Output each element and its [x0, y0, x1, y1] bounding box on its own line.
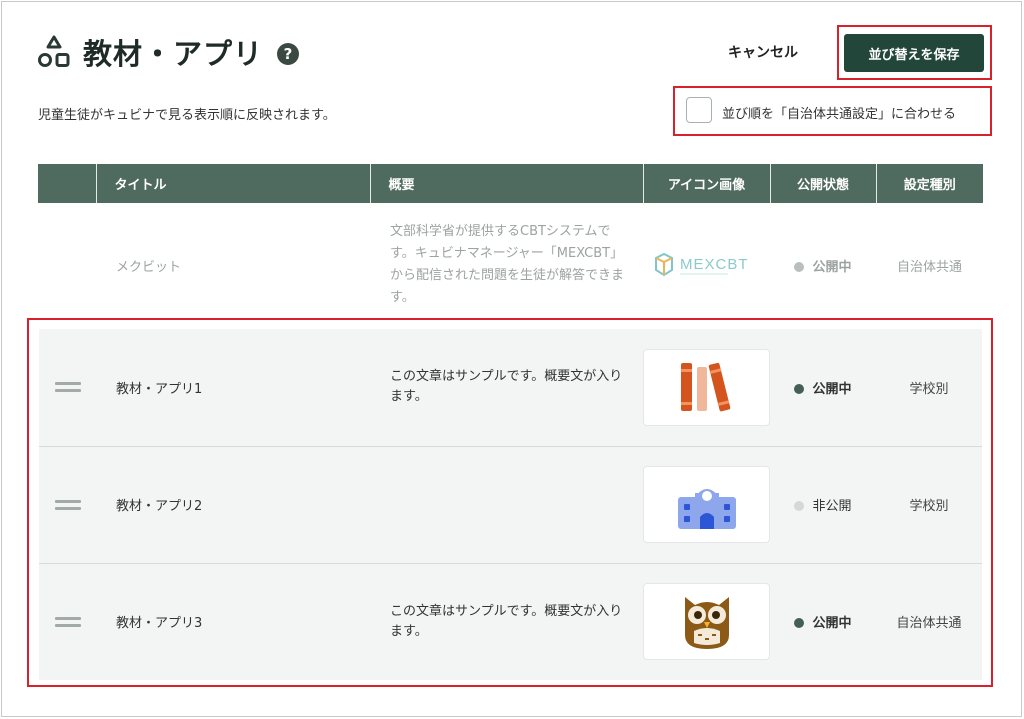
- status-label: 公開中: [812, 616, 852, 632]
- sortable-apps-table: 教材・アプリ1 この文章はサンプルです。概要文が入ります。 公開中 学校別 教材…: [39, 329, 982, 680]
- icon-image-frame: [643, 348, 770, 426]
- status-label: 非公開: [812, 499, 852, 514]
- drag-handle-cell[interactable]: [39, 329, 96, 446]
- apps-table: タイトル 概要 アイコン画像 公開状態 設定種別 メクビット 文部科学省が提供す…: [38, 164, 983, 327]
- column-header-handle: [38, 164, 97, 203]
- status-dot: [794, 383, 805, 394]
- mexcbt-logo-icon: MEXCBT: [654, 252, 749, 277]
- owl-icon: [684, 596, 729, 649]
- status-badge: 公開中: [770, 203, 876, 327]
- table-row[interactable]: 教材・アプリ1 この文章はサンプルです。概要文が入ります。 公開中 学校別: [39, 329, 982, 446]
- sync-order-checkbox[interactable]: [686, 97, 712, 123]
- table-row[interactable]: 教材・アプリ2 非公開 学校別: [39, 445, 982, 563]
- setting-type: 自治体共通: [896, 259, 962, 275]
- sync-order-label[interactable]: 並び順を「自治体共通設定」に合わせる: [722, 103, 956, 122]
- row-summary: 文部科学省が提供するCBTシステムです。キュビナマネージャー「MEXCBT」から…: [390, 224, 625, 305]
- status-dot: [794, 501, 805, 511]
- status-badge: 公開中: [770, 329, 876, 446]
- column-header-icon: アイコン画像: [643, 164, 771, 203]
- status-label: 公開中: [812, 259, 852, 275]
- setting-type: 学校別: [876, 329, 982, 446]
- row-handle-empty: [38, 203, 96, 327]
- row-icon-cell: [643, 329, 770, 446]
- status-dot: [794, 261, 805, 272]
- status-badge: 非公開: [770, 445, 876, 563]
- table-row-locked: メクビット 文部科学省が提供するCBTシステムです。キュビナマネージャー「MEX…: [38, 203, 983, 327]
- icon-image-frame: MEXCBT: [643, 227, 770, 304]
- row-icon-cell: [643, 445, 770, 563]
- row-title: 教材・アプリ1: [96, 329, 370, 446]
- drag-handle-cell[interactable]: [39, 445, 96, 563]
- setting-type: 自治体共通: [876, 562, 982, 680]
- status-label: 公開中: [812, 381, 852, 397]
- drag-handle-icon[interactable]: [54, 499, 81, 510]
- school-building-icon: [677, 488, 736, 529]
- drag-handle-cell[interactable]: [39, 562, 96, 680]
- row-summary: この文章はサンプルです。概要文が入ります。: [370, 562, 643, 680]
- table-row[interactable]: 教材・アプリ3 この文章はサンプルです。概要文が入ります。 公開中 自治体共通: [39, 562, 982, 680]
- row-title: 教材・アプリ3: [96, 562, 370, 680]
- icon-image-frame: [643, 466, 770, 543]
- row-title: メクビット: [116, 259, 182, 275]
- column-header-status: 公開状態: [770, 164, 877, 203]
- books-icon: [680, 363, 730, 412]
- column-header-summary: 概要: [370, 164, 644, 203]
- shapes-icon: [38, 35, 70, 67]
- icon-image-frame: [643, 583, 770, 661]
- table-header-row: タイトル 概要 アイコン画像 公開状態 設定種別: [38, 164, 983, 203]
- page-description: 児童生徒がキュビナで見る表示順に反映されます。: [38, 108, 336, 123]
- page-title: 教材・アプリ: [83, 37, 264, 71]
- row-icon-cell: MEXCBT: [643, 203, 770, 327]
- cancel-button[interactable]: キャンセル: [728, 42, 798, 62]
- setting-type: 学校別: [876, 445, 982, 563]
- drag-handle-icon[interactable]: [54, 616, 81, 627]
- row-title: 教材・アプリ2: [96, 445, 370, 563]
- column-header-type: 設定種別: [876, 164, 983, 203]
- page-header: 教材・アプリ ?: [37, 32, 300, 72]
- column-header-title: タイトル: [96, 164, 371, 203]
- status-dot: [794, 618, 805, 629]
- help-icon[interactable]: ?: [277, 43, 300, 65]
- row-summary: この文章はサンプルです。概要文が入ります。: [370, 329, 643, 446]
- status-badge: 公開中: [770, 562, 876, 680]
- row-summary: [370, 445, 643, 563]
- save-order-button[interactable]: 並び替えを保存: [844, 34, 984, 72]
- drag-handle-icon[interactable]: [54, 382, 81, 393]
- row-icon-cell: [643, 562, 770, 680]
- svg-text:MEXCBT: MEXCBT: [680, 256, 749, 273]
